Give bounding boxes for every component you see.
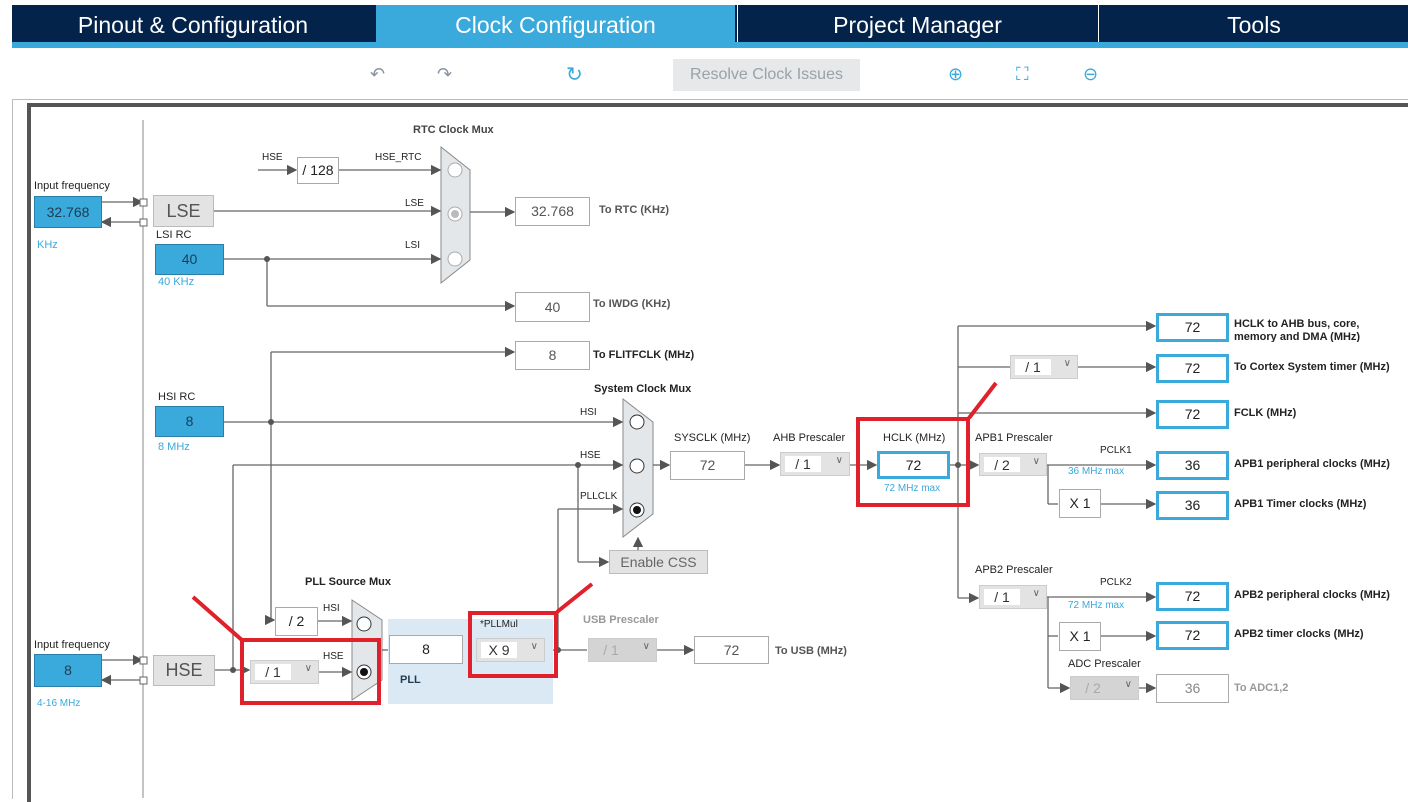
hse-input-label: Input frequency (34, 639, 110, 651)
iwdg-output: 40 (515, 292, 590, 322)
apb1-peripheral-output[interactable]: 36 (1156, 451, 1229, 480)
pclk2-max-note: 72 MHz max (1068, 600, 1125, 611)
apb1-peripheral-label: APB1 peripheral clocks (MHz) (1234, 458, 1390, 470)
hsi-note: 8 MHz (158, 441, 190, 453)
flitfclk-label: To FLITFCLK (MHz) (593, 349, 695, 361)
apb1-timer-output[interactable]: 36 (1156, 491, 1229, 520)
pin-connector (139, 676, 148, 685)
rtc-lse-label: LSE (405, 198, 424, 209)
hse-range: 4-16 MHz (37, 698, 81, 709)
hse-input-frequency[interactable]: 8 (34, 654, 102, 687)
sysmux-hse-label: HSE (580, 450, 601, 461)
system-clock-mux[interactable] (622, 397, 654, 539)
pin-connector (139, 198, 148, 207)
apb1-timer-multiplier: X 1 (1059, 489, 1101, 518)
pll-label: PLL (400, 674, 421, 686)
wire-junction (268, 419, 274, 425)
pll-input-value: 8 (389, 635, 463, 664)
iwdg-output-label: To IWDG (KHz) (593, 298, 671, 310)
hsi-label: HSI RC (158, 391, 196, 403)
rtc-hse-label: HSE (262, 152, 283, 163)
usb-prescaler-select[interactable]: / 1 ∨ (588, 638, 657, 662)
apb2-prescaler-select[interactable]: / 1 ∨ (979, 585, 1047, 609)
highlight-pll-source (240, 638, 381, 705)
wire-junction (264, 256, 270, 262)
cortex-timer-label: To Cortex System timer (MHz) (1234, 361, 1390, 373)
apb1-prescaler-value: / 2 (984, 457, 1020, 473)
wire-junction (230, 667, 236, 673)
cortex-timer-output[interactable]: 72 (1156, 354, 1229, 383)
lsi-label: LSI RC (156, 229, 192, 241)
chevron-down-icon: ∨ (642, 641, 650, 652)
rtc-mux-label: RTC Clock Mux (413, 124, 494, 136)
adc-output-label: To ADC1,2 (1234, 682, 1289, 694)
lse-input-frequency[interactable]: 32.768 (34, 196, 102, 228)
hclk-ahb-label: HCLK to AHB bus, core, memory and DMA (M… (1234, 318, 1361, 342)
apb2-timer-multiplier: X 1 (1059, 622, 1101, 651)
apb2-peripheral-output[interactable]: 72 (1156, 582, 1229, 611)
usb-prescaler-value: / 1 (603, 642, 619, 658)
flitfclk-output: 8 (515, 341, 590, 370)
rtc-lsi-label: LSI (405, 240, 421, 251)
pllsrc-hsi-label: HSI (323, 603, 340, 614)
sysmux-hsi-label: HSI (580, 407, 597, 418)
sysmux-pllclk-label: PLLCLK (580, 491, 618, 502)
chevron-down-icon: ∨ (835, 455, 843, 466)
sysclk-label: SYSCLK (MHz) (674, 432, 751, 444)
pin-connector (139, 656, 148, 665)
hsi-pll-divider: / 2 (275, 607, 318, 636)
adc-prescaler-select[interactable]: / 2 ∨ (1070, 676, 1139, 700)
rtc-output: 32.768 (515, 197, 590, 226)
cortex-divider-value: / 1 (1015, 359, 1051, 375)
lsi-note: 40 KHz (158, 276, 195, 288)
lse-unit: KHz (37, 239, 58, 251)
apb1-prescaler-select[interactable]: / 2 ∨ (979, 453, 1047, 476)
apb2-prescaler-value: / 1 (984, 589, 1020, 605)
chevron-down-icon: ∨ (1124, 679, 1132, 690)
pclk1-label: PCLK1 (1100, 445, 1132, 456)
ahb-prescaler-select[interactable]: / 1 ∨ (780, 452, 850, 476)
wire-junction (575, 462, 581, 468)
pll-source-mux-label: PLL Source Mux (305, 576, 391, 588)
cortex-timer-divider-select[interactable]: / 1 ∨ (1010, 355, 1078, 379)
highlight-hclk (856, 417, 970, 507)
system-clock-mux-label: System Clock Mux (594, 383, 692, 395)
chevron-down-icon: ∨ (1063, 358, 1071, 369)
lse-block[interactable]: LSE (153, 195, 214, 227)
hse-block[interactable]: HSE (153, 655, 215, 686)
apb2-timer-label: APB2 timer clocks (MHz) (1234, 628, 1364, 640)
rtc-output-label: To RTC (KHz) (599, 204, 670, 216)
usb-prescaler-label: USB Prescaler (583, 614, 659, 626)
ahb-prescaler-label: AHB Prescaler (773, 432, 846, 444)
apb2-prescaler-label: APB2 Prescaler (975, 564, 1053, 576)
highlight-pllmul (468, 611, 558, 678)
hclk-ahb-output[interactable]: 72 (1156, 313, 1229, 342)
chevron-down-icon: ∨ (1032, 456, 1040, 467)
chevron-down-icon: ∨ (1032, 588, 1040, 599)
hse-rtc-label: HSE_RTC (375, 152, 422, 163)
hse-rtc-divider: / 128 (297, 157, 339, 184)
lse-input-label: Input frequency (34, 180, 110, 192)
usb-output-label: To USB (MHz) (775, 645, 847, 657)
apb1-prescaler-label: APB1 Prescaler (975, 432, 1053, 444)
rtc-mux (440, 145, 471, 285)
pclk1-max-note: 36 MHz max (1068, 466, 1125, 477)
hsi-value: 8 (155, 406, 224, 437)
adc-prescaler-value: / 2 (1085, 680, 1101, 696)
usb-output: 72 (694, 636, 769, 664)
apb2-peripheral-label: APB2 peripheral clocks (MHz) (1234, 589, 1390, 601)
fclk-output[interactable]: 72 (1156, 400, 1229, 429)
lsi-value: 40 (155, 244, 224, 275)
adc-prescaler-label: ADC Prescaler (1068, 658, 1141, 670)
ahb-prescaler-value: / 1 (785, 456, 821, 472)
apb2-timer-output[interactable]: 72 (1156, 621, 1229, 650)
adc-output: 36 (1156, 674, 1229, 703)
pin-connector (139, 218, 148, 227)
sysclk-value: 72 (670, 451, 745, 480)
apb1-timer-label: APB1 Timer clocks (MHz) (1234, 498, 1367, 510)
enable-css-button[interactable]: Enable CSS (609, 550, 708, 574)
fclk-label: FCLK (MHz) (1234, 407, 1297, 419)
pclk2-label: PCLK2 (1100, 577, 1132, 588)
